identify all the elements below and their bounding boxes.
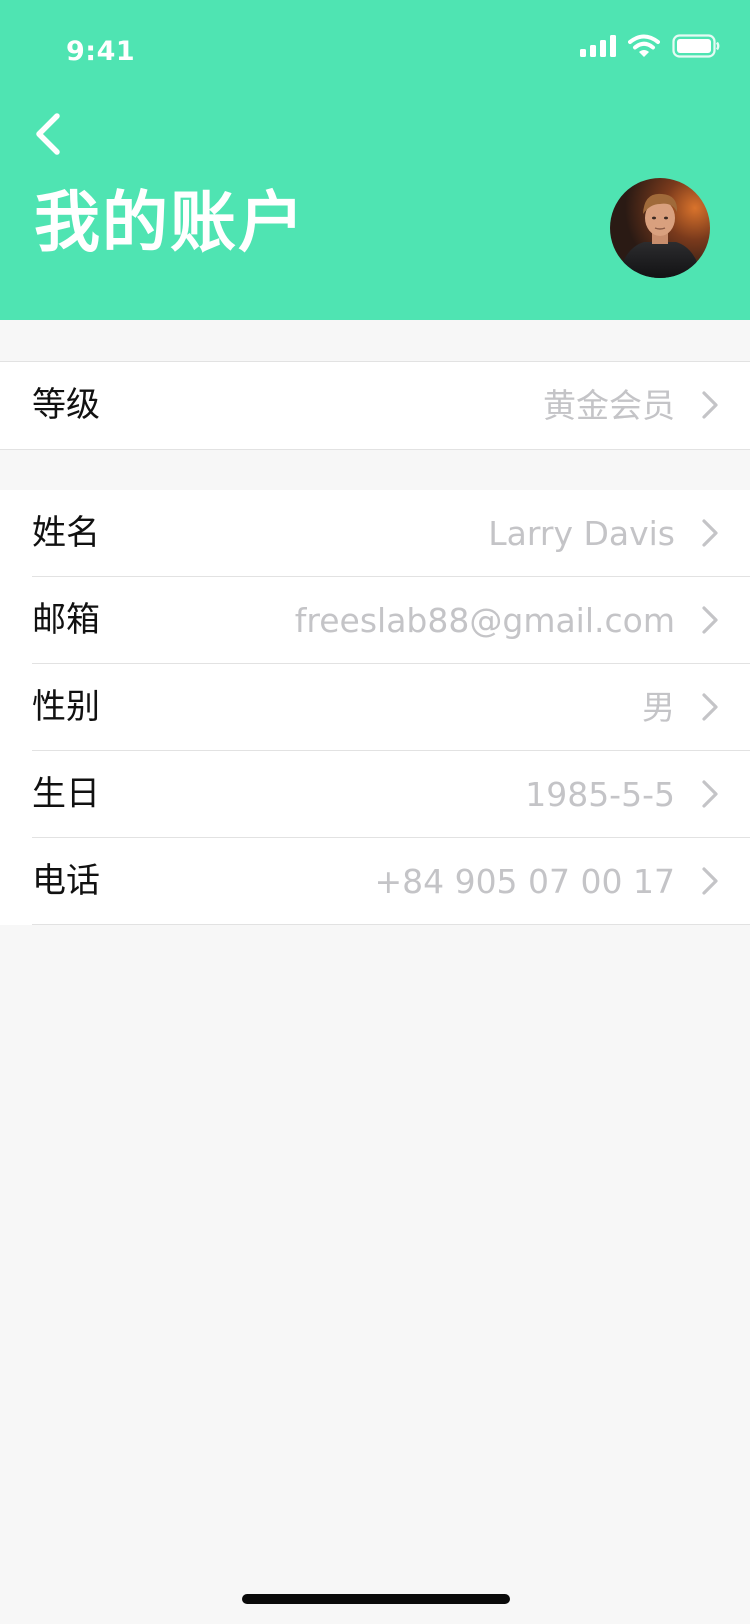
row-label: 等级 — [32, 385, 100, 425]
row-birthday[interactable]: 生日 1985-5-5 — [0, 751, 750, 838]
status-icons — [580, 34, 720, 58]
chevron-right-icon — [702, 519, 718, 547]
row-value: Larry Davis — [488, 514, 675, 553]
battery-icon — [672, 34, 720, 58]
chevron-left-icon — [36, 113, 60, 155]
row-label: 生日 — [32, 774, 100, 814]
chevron-right-icon — [702, 693, 718, 721]
membership-group: 等级 黄金会员 — [0, 361, 750, 450]
row-label: 姓名 — [32, 513, 100, 553]
page-title: 我的账户 — [34, 184, 306, 261]
wifi-icon — [628, 34, 660, 57]
row-label: 邮箱 — [32, 600, 100, 640]
row-value: 黄金会员 — [543, 386, 675, 425]
avatar[interactable] — [610, 178, 710, 278]
row-level[interactable]: 等级 黄金会员 — [0, 362, 750, 449]
row-value: 1985-5-5 — [525, 775, 675, 814]
row-name[interactable]: 姓名 Larry Davis — [0, 490, 750, 577]
row-value: +84 905 07 00 17 — [374, 862, 675, 901]
chevron-right-icon — [702, 780, 718, 808]
row-gender[interactable]: 性别 男 — [0, 664, 750, 751]
chevron-right-icon — [702, 867, 718, 895]
chevron-right-icon — [702, 606, 718, 634]
row-divider — [32, 924, 750, 925]
signal-icon — [580, 35, 616, 57]
row-label: 电话 — [32, 861, 100, 901]
profile-info-group: 姓名 Larry Davis 邮箱 freeslab88@gmail.com 性… — [0, 490, 750, 925]
row-email[interactable]: 邮箱 freeslab88@gmail.com — [0, 577, 750, 664]
row-phone[interactable]: 电话 +84 905 07 00 17 — [0, 838, 750, 925]
row-label: 性别 — [32, 687, 100, 727]
row-value: 男 — [642, 688, 675, 727]
profile-photo-image — [610, 178, 710, 278]
chevron-right-icon — [702, 391, 718, 419]
back-button[interactable] — [28, 108, 72, 160]
home-indicator[interactable] — [242, 1594, 510, 1604]
status-time: 9:41 — [66, 36, 136, 67]
header-bar: 9:41 我的账户 — [0, 0, 750, 320]
row-value: freeslab88@gmail.com — [294, 601, 675, 640]
